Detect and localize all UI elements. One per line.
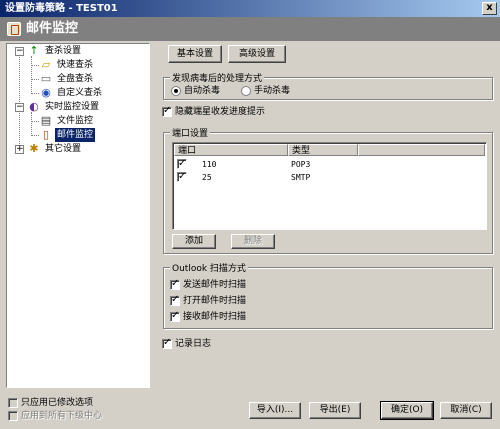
add-port-label: 添加: [184, 236, 203, 246]
type-cell: POP3: [291, 160, 311, 169]
virus-action-title: 发现病毒后的处理方式: [170, 71, 265, 84]
port-list[interactable]: 端口 类型 110 POP3 25 SMTP: [172, 142, 487, 230]
collapse-icon[interactable]: −: [15, 47, 24, 56]
ok-button[interactable]: 确定(O): [380, 401, 434, 420]
apply-modified-checkbox[interactable]: [8, 398, 18, 408]
column-header-port[interactable]: 端口: [174, 144, 288, 156]
record-log-label[interactable]: 记录日志: [175, 338, 211, 350]
page-header: 邮件监控: [0, 17, 500, 41]
basic-settings-button[interactable]: 基本设置: [168, 45, 222, 63]
auto-kill-label[interactable]: 自动杀毒: [184, 85, 220, 97]
disk-icon: ▭: [40, 72, 52, 85]
scan-on-send-checkbox[interactable]: [170, 278, 180, 290]
column-header-label: 类型: [292, 146, 311, 156]
advanced-settings-label: 高级设置: [238, 49, 275, 59]
tree-item-label: 自定义查杀: [57, 88, 103, 98]
column-header-empty: [358, 144, 485, 156]
port-cell: 25: [202, 173, 212, 182]
port-settings-title: 端口设置: [170, 126, 211, 139]
settings-icon: ✱: [29, 142, 39, 155]
record-log-checkbox[interactable]: [162, 337, 172, 349]
close-button[interactable]: x: [482, 2, 497, 15]
tree-item-label: 文件监控: [57, 116, 94, 126]
export-label: 导出(E): [319, 405, 351, 415]
mail-icon: ▯: [42, 128, 50, 141]
settings-tree[interactable]: − ↑ 查杀设置 ▱ 快速查杀 ▭ 全盘查杀 ◉ 自定义查杀 − ◐ 实时监控设…: [6, 43, 150, 388]
apply-modified-label[interactable]: 只应用已修改选项: [21, 397, 93, 409]
tree-connector: [31, 93, 39, 94]
scan-on-receive-label[interactable]: 接收邮件时扫描: [183, 311, 246, 323]
add-port-button[interactable]: 添加: [172, 234, 216, 249]
table-row[interactable]: 25 SMTP: [175, 170, 485, 184]
tree-connector: [31, 112, 32, 136]
scan-on-receive-checkbox[interactable]: [170, 310, 180, 322]
page-title: 邮件监控: [26, 21, 79, 36]
basic-settings-label: 基本设置: [176, 49, 213, 59]
window-title: 设置防毒策略 - TEST01: [5, 3, 118, 14]
window-titlebar: 设置防毒策略 - TEST01 x: [0, 0, 500, 17]
type-cell: SMTP: [291, 173, 311, 182]
collapse-icon[interactable]: −: [15, 103, 24, 112]
manual-kill-label[interactable]: 手动杀毒: [254, 85, 290, 97]
monitor-icon: ◐: [29, 100, 39, 113]
apply-all-label[interactable]: 应用到所有下级中心: [21, 410, 102, 422]
delete-port-label: 删除: [243, 236, 262, 246]
tree-item-label: 邮件监控: [55, 128, 96, 142]
port-cell: 110: [202, 160, 217, 169]
tree-connector: [31, 79, 39, 80]
scan-on-open-checkbox[interactable]: [170, 294, 180, 306]
tree-connector: [31, 121, 39, 122]
mail-monitor-icon: [7, 22, 21, 36]
scan-on-open-label[interactable]: 打开邮件时扫描: [183, 295, 246, 307]
folder-icon: ▱: [41, 58, 51, 71]
file-icon: ▤: [40, 114, 52, 127]
scan-arrow-icon: ↑: [29, 44, 39, 57]
import-button[interactable]: 导入(I)...: [249, 402, 301, 419]
port-row-checkbox[interactable]: [177, 170, 187, 183]
close-icon: x: [486, 2, 493, 13]
advanced-settings-button[interactable]: 高级设置: [228, 45, 286, 63]
outlook-scan-title: Outlook 扫描方式: [170, 261, 248, 274]
ok-label: 确定(O): [390, 405, 424, 415]
tree-connector: [31, 135, 39, 136]
export-button[interactable]: 导出(E): [309, 402, 361, 419]
column-header-type[interactable]: 类型: [288, 144, 358, 156]
scan-on-send-label[interactable]: 发送邮件时扫描: [183, 279, 246, 291]
tree-item-label: 查杀设置: [45, 46, 82, 56]
auto-kill-radio[interactable]: [171, 86, 181, 96]
tree-item-label: 实时监控设置: [45, 102, 100, 112]
apply-all-checkbox[interactable]: [8, 411, 18, 421]
table-row[interactable]: 110 POP3: [175, 157, 485, 171]
cancel-button[interactable]: 取消(C): [440, 402, 492, 419]
import-label: 导入(I)...: [256, 405, 294, 415]
port-row-checkbox[interactable]: [177, 157, 187, 170]
hide-progress-label[interactable]: 隐藏端星收发进度提示: [175, 106, 265, 118]
tree-connector: [31, 65, 39, 66]
expand-icon[interactable]: +: [15, 145, 24, 154]
custom-scan-icon: ◉: [41, 86, 51, 99]
tree-item-label: 其它设置: [45, 144, 82, 154]
cancel-label: 取消(C): [450, 405, 482, 415]
hide-progress-checkbox[interactable]: [162, 105, 172, 117]
tree-item-label: 全盘查杀: [57, 74, 94, 84]
tree-connector: [31, 56, 32, 94]
delete-port-button[interactable]: 删除: [231, 234, 275, 249]
manual-kill-radio[interactable]: [241, 86, 251, 96]
tree-item-label: 快速查杀: [57, 60, 94, 70]
column-header-label: 端口: [178, 146, 197, 156]
